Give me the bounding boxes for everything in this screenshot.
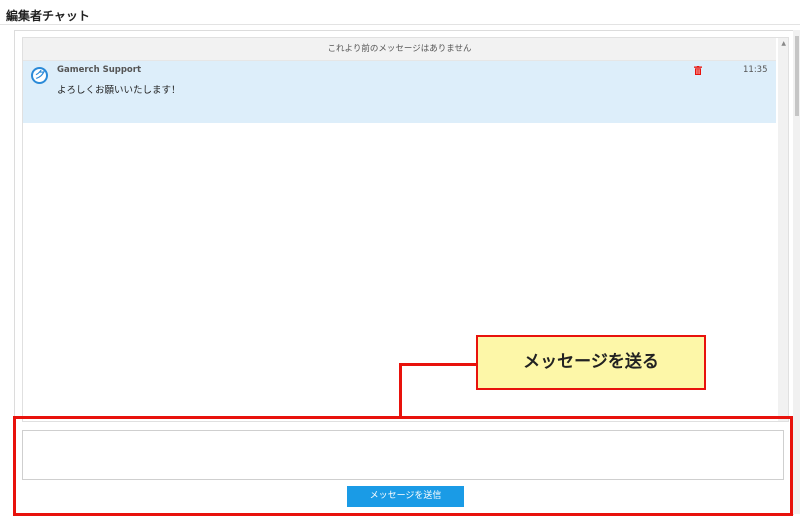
message-time: 11:35 — [743, 65, 768, 75]
page-scrollbar-thumb[interactable] — [795, 36, 799, 116]
scroll-up-arrow-icon[interactable]: ▲ — [781, 40, 786, 47]
annotation-connector-horizontal — [399, 363, 478, 366]
trash-icon[interactable] — [694, 66, 702, 75]
message-row: グ Gamerch Support よろしくお願いいたします！ 11:35 — [23, 61, 776, 123]
message-sender: Gamerch Support — [57, 65, 142, 75]
gamerch-logo-icon: グ — [31, 67, 48, 84]
no-more-messages-notice: これより前のメッセージはありません — [23, 38, 776, 61]
avatar-letter: グ — [33, 69, 46, 82]
page-title: 編集者チャット — [6, 9, 90, 23]
title-divider — [0, 24, 800, 25]
message-text: よろしくお願いいたします！ — [57, 85, 181, 96]
annotation-connector-vertical — [399, 363, 402, 418]
send-message-button[interactable]: メッセージを送信 — [347, 486, 464, 507]
annotation-callout: メッセージを送る — [476, 335, 706, 390]
message-input[interactable] — [22, 430, 784, 480]
message-scrollbar[interactable]: ▲ — [778, 38, 788, 421]
